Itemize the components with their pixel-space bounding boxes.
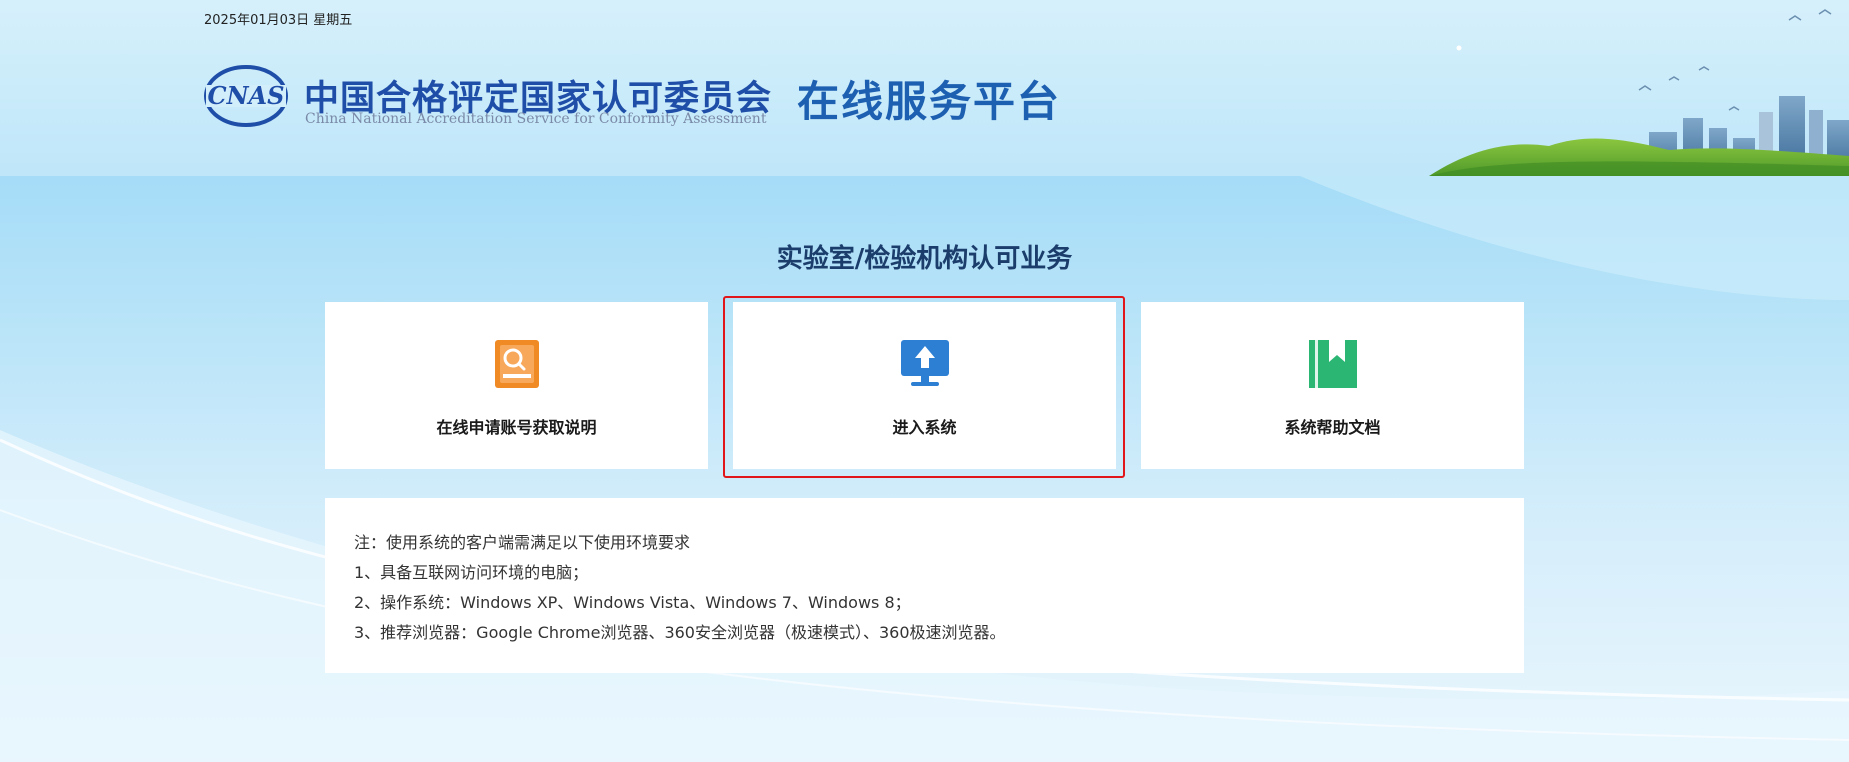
account-guide-icon [494,340,539,388]
help-doc-label: 系统帮助文档 [1284,418,1381,437]
current-date: 2025年01月03日 星期五 [204,13,353,28]
city-skyline-illustration [1429,9,1849,176]
notes-item-1: 1、具备互联网访问环境的电脑； [354,563,589,582]
enter-system-label: 进入系统 [892,418,957,437]
help-doc-icon [1308,340,1357,388]
logo-mark-text: CNAS [208,81,285,110]
notes-item-3: 3、推荐浏览器：Google Chrome浏览器、360安全浏览器（极速模式）、… [354,623,1006,642]
requirements-notes: 注：使用系统的客户端需满足以下使用环境要求 1、具备互联网访问环境的电脑； 2、… [325,498,1524,673]
section-title: 实验室/检验机构认可业务 [776,244,1073,274]
enter-system-card[interactable]: 进入系统 [733,302,1116,469]
notes-item-2: 2、操作系统：Windows XP、Windows Vista、Windows … [354,593,911,612]
cnas-logo-icon: CNAS [204,65,288,127]
help-doc-card[interactable]: 系统帮助文档 [1141,302,1524,469]
org-name-en: China National Accreditation Service for… [305,111,767,127]
account-guide-label: 在线申请账号获取说明 [436,418,597,437]
notes-heading: 注：使用系统的客户端需满足以下使用环境要求 [354,533,691,552]
site-header: 2025年01月03日 星期五 CNAS 中国合格评定国家认可委员会 China… [0,0,1849,176]
enter-system-icon [900,340,949,386]
account-guide-card[interactable]: 在线申请账号获取说明 [325,302,708,469]
platform-title: 在线服务平台 [797,77,1062,126]
